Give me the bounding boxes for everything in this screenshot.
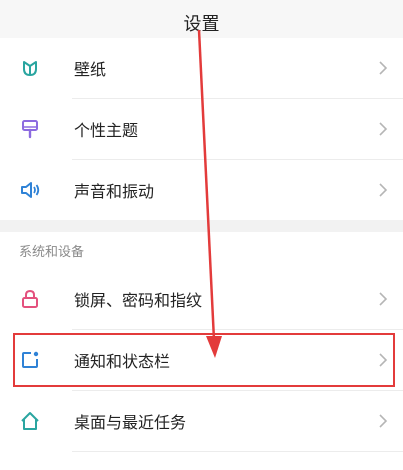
settings-item-wallpaper[interactable]: 壁纸 bbox=[0, 38, 403, 98]
settings-item-label: 个性主题 bbox=[74, 121, 139, 140]
brush-icon bbox=[22, 120, 38, 139]
home-icon bbox=[21, 412, 39, 430]
lock-icon bbox=[22, 289, 38, 308]
section-gap bbox=[0, 220, 403, 232]
settings-item-label: 桌面与最近任务 bbox=[74, 413, 187, 432]
tulip-wallpaper-icon bbox=[23, 61, 37, 76]
chevron-right-icon bbox=[379, 414, 388, 428]
settings-item-lockscreen[interactable]: 锁屏、密码和指纹 bbox=[0, 269, 403, 329]
speaker-icon bbox=[21, 182, 40, 198]
highlight-box bbox=[13, 333, 395, 387]
page-title: 设置 bbox=[183, 14, 220, 35]
chevron-right-icon bbox=[379, 61, 388, 75]
settings-item-theme[interactable]: 个性主题 bbox=[0, 99, 403, 159]
chevron-right-icon bbox=[379, 122, 388, 136]
settings-item-label: 锁屏、密码和指纹 bbox=[74, 291, 203, 310]
settings-item-home-screen[interactable]: 桌面与最近任务 bbox=[0, 391, 403, 451]
divider bbox=[72, 451, 403, 452]
chevron-right-icon bbox=[379, 292, 388, 306]
settings-item-label: 声音和振动 bbox=[74, 182, 155, 201]
settings-item-sound[interactable]: 声音和振动 bbox=[0, 160, 403, 220]
chevron-right-icon bbox=[379, 183, 388, 197]
settings-item-label: 壁纸 bbox=[74, 60, 107, 79]
section-header: 系统和设备 bbox=[19, 245, 85, 260]
